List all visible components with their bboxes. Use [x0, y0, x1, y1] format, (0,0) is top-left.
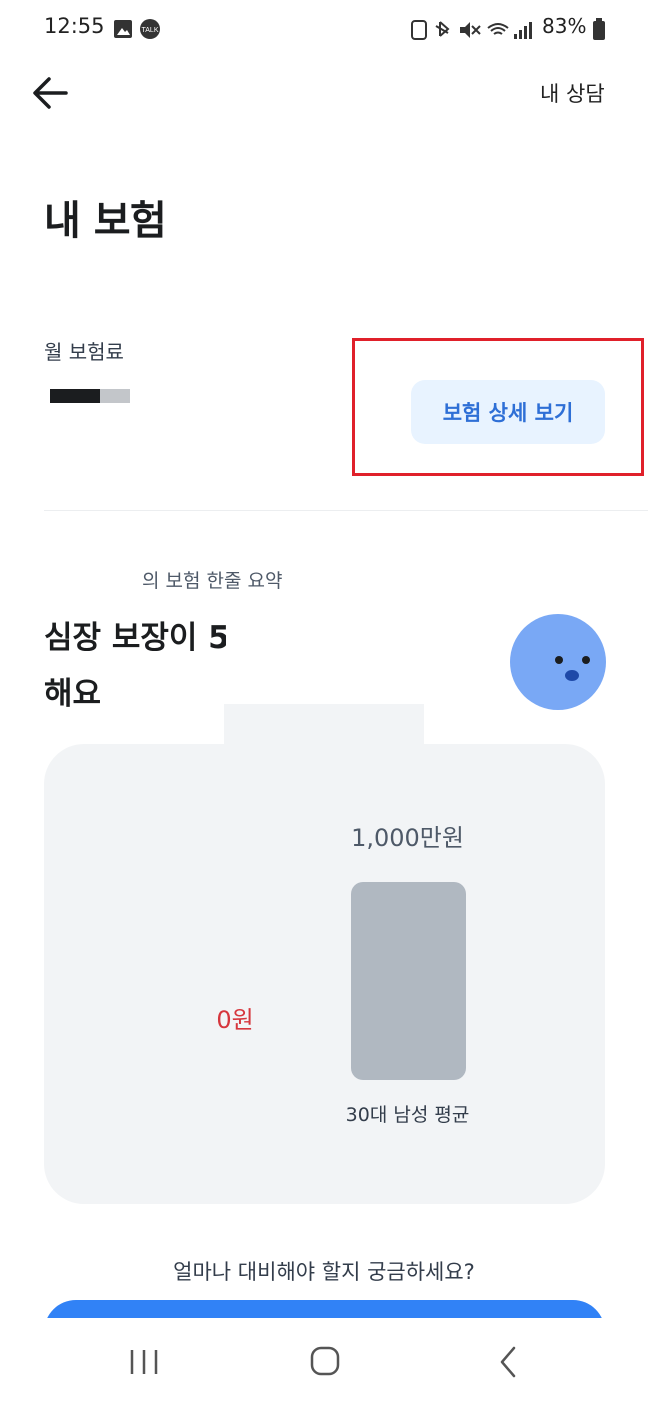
bluetooth-icon: [435, 21, 450, 37]
highlight-annotation: [352, 338, 644, 476]
back-button[interactable]: [24, 66, 80, 122]
premium-value-redacted: [50, 389, 100, 403]
coverage-comparison-panel: [44, 744, 605, 1204]
recent-apps-icon[interactable]: [126, 1342, 166, 1382]
summary-label: 의 보험 한줄 요약: [142, 570, 283, 592]
average-coverage-bar: [351, 882, 466, 1080]
headline-line-2: 해요: [44, 676, 102, 712]
battery-icon: [593, 18, 605, 40]
monthly-premium-label: 월 보험료: [44, 340, 124, 364]
character-mouth: [565, 670, 579, 681]
my-coverage-value: 0원: [216, 1006, 254, 1034]
nav-back-icon[interactable]: [488, 1342, 528, 1382]
headline-redaction: [226, 600, 352, 658]
coverage-question: 얼마나 대비해야 할지 궁금하세요?: [173, 1260, 475, 1284]
premium-value-redacted-tail: [100, 389, 130, 403]
svg-text:TALK: TALK: [142, 27, 159, 34]
mute-icon: [460, 22, 470, 38]
average-coverage-value: 1,000만원: [351, 824, 464, 852]
character-eye-right: [582, 656, 590, 664]
my-consultation-link[interactable]: 내 상담: [540, 78, 605, 108]
section-divider: [44, 510, 648, 511]
status-system-icons: [411, 20, 532, 40]
wifi-icon: [487, 23, 509, 35]
battery-saver-icon: [411, 20, 427, 40]
gallery-icon: [114, 20, 132, 38]
home-icon[interactable]: [304, 1342, 344, 1382]
signal-icon: [514, 34, 517, 39]
battery-percent: 83%: [542, 14, 587, 38]
page-title: 내 보험: [44, 198, 167, 244]
headline-line-1: 심장 보장이 5: [44, 620, 230, 656]
worried-face-icon: [510, 614, 606, 710]
status-notification-icons: TALK: [114, 19, 160, 39]
status-time: 12:55: [44, 14, 105, 38]
arrow-left-icon: [33, 77, 68, 109]
character-eye-left: [555, 656, 563, 664]
summary-headline: 심장 보장이 5 해요: [44, 610, 230, 722]
average-coverage-label: 30대 남성 평균: [345, 1104, 470, 1126]
